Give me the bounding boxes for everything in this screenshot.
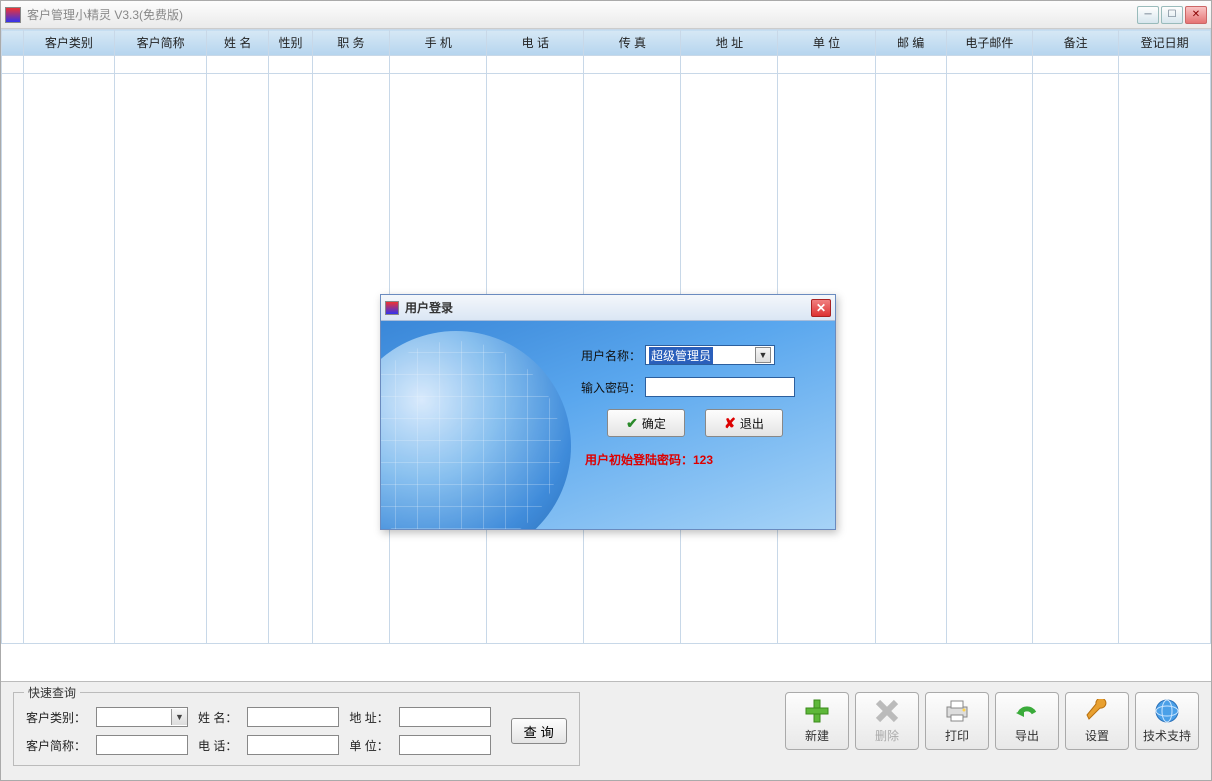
close-button[interactable]: ✕ [1185,6,1207,24]
login-form: 用户名称： 超级管理员 ▼ 输入密码： ✔ 确定 ✘ 退出 [571,345,821,468]
exit-label: 退出 [740,415,764,432]
app-icon [385,301,399,315]
export-icon [1013,698,1041,724]
column-header[interactable]: 登记日期 [1119,30,1211,56]
settings-label: 设置 [1085,727,1109,744]
plus-icon [803,698,831,724]
titlebar: 客户管理小精灵 V3.3(免费版) ─ ☐ ✕ [1,1,1211,29]
column-header[interactable]: 手 机 [390,30,487,56]
column-header[interactable]: 备注 [1032,30,1118,56]
column-header[interactable]: 地 址 [681,30,778,56]
export-label: 导出 [1015,727,1039,744]
column-header[interactable]: 电子邮件 [946,30,1032,56]
label-address: 地 址： [349,709,388,726]
login-body: 用户名称： 超级管理员 ▼ 输入密码： ✔ 确定 ✘ 退出 [381,321,835,529]
quick-search-legend: 快速查询 [24,684,80,701]
export-button[interactable]: 导出 [995,692,1059,750]
print-label: 打印 [945,727,969,744]
address-input[interactable] [399,707,491,727]
toolbar: 新建 删除 打印 导出 [785,692,1199,750]
column-header[interactable]: 性别 [269,30,312,56]
name-input[interactable] [247,707,339,727]
chevron-down-icon: ▼ [171,709,187,725]
search-button[interactable]: 查 询 [511,718,567,744]
wrench-icon [1083,698,1111,724]
settings-button[interactable]: 设置 [1065,692,1129,750]
ok-label: 确定 [642,415,666,432]
chevron-down-icon: ▼ [755,347,771,363]
globe-icon [1153,698,1181,724]
column-header[interactable]: 邮 编 [875,30,946,56]
username-select[interactable]: 超级管理员 ▼ [645,345,775,365]
category-select[interactable]: ▼ [96,707,188,727]
column-header[interactable]: 传 真 [584,30,681,56]
short-input[interactable] [96,735,188,755]
label-category: 客户类别： [26,709,86,726]
column-header[interactable]: 客户简称 [115,30,207,56]
delete-label: 删除 [875,727,899,744]
column-header[interactable]: 电 话 [487,30,584,56]
row-number-header [2,30,24,56]
password-label: 输入密码： [571,379,641,396]
column-header[interactable]: 单 位 [778,30,875,56]
print-button[interactable]: 打印 [925,692,989,750]
check-icon: ✔ [626,415,638,432]
label-phone: 电 话： [198,737,237,754]
x-icon [873,698,901,724]
new-button[interactable]: 新建 [785,692,849,750]
login-titlebar: 用户登录 ✕ [381,295,835,321]
ok-button[interactable]: ✔ 确定 [607,409,685,437]
login-title-text: 用户登录 [405,299,453,316]
window-title: 客户管理小精灵 V3.3(免费版) [27,6,183,23]
maximize-button[interactable]: ☐ [1161,6,1183,24]
printer-icon [943,698,971,724]
support-label: 技术支持 [1143,727,1191,744]
username-value: 超级管理员 [649,347,713,364]
label-name: 姓 名： [198,709,237,726]
delete-button[interactable]: 删除 [855,692,919,750]
phone-input[interactable] [247,735,339,755]
bottom-panel: 快速查询 客户类别： ▼ 姓 名： 地 址： 查 询 客户简称： 电 话： 单 … [1,681,1211,780]
globe-graphic [381,331,571,529]
exit-button[interactable]: ✘ 退出 [705,409,783,437]
unit-input[interactable] [399,735,491,755]
x-icon: ✘ [724,415,736,432]
label-short: 客户简称： [26,737,86,754]
support-button[interactable]: 技术支持 [1135,692,1199,750]
app-icon [5,7,21,23]
label-unit: 单 位： [349,737,388,754]
username-label: 用户名称： [571,347,641,364]
column-header[interactable]: 职 务 [312,30,390,56]
login-close-button[interactable]: ✕ [811,299,831,317]
new-label: 新建 [805,727,829,744]
minimize-button[interactable]: ─ [1137,6,1159,24]
column-header[interactable]: 姓 名 [206,30,269,56]
column-header[interactable]: 客户类别 [23,30,115,56]
password-input[interactable] [645,377,795,397]
password-hint: 用户初始登陆密码：123 [585,451,821,468]
quick-search-group: 快速查询 客户类别： ▼ 姓 名： 地 址： 查 询 客户简称： 电 话： 单 … [13,692,580,766]
login-dialog: 用户登录 ✕ 用户名称： 超级管理员 ▼ 输入密码： ✔ 确定 [380,294,836,530]
